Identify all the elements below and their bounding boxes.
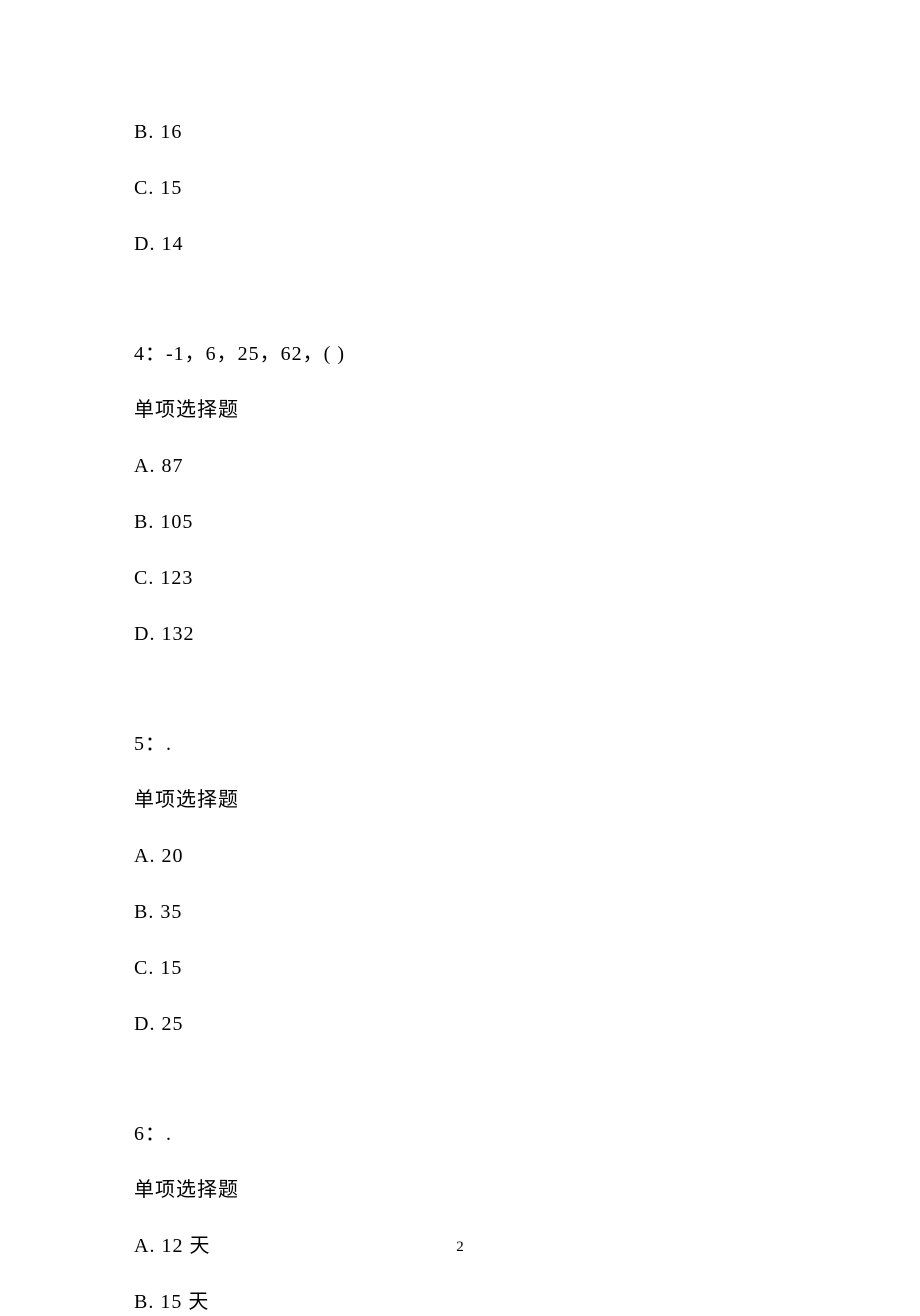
q6-subtype: 单项选择题 [134,1176,786,1204]
spacer [134,1066,786,1120]
spacer [134,676,786,730]
q4-option-b: B. 105 [134,508,786,536]
q6-title: 6：. [134,1120,786,1148]
q3-option-c: C. 15 [134,174,786,202]
q3-option-d: D. 14 [134,230,786,258]
q4-subtype: 单项选择题 [134,396,786,424]
q5-option-d: D. 25 [134,1010,786,1038]
q4-option-d: D. 132 [134,620,786,648]
spacer [134,286,786,340]
q4-option-c: C. 123 [134,564,786,592]
q5-subtype: 单项选择题 [134,786,786,814]
document-content: B. 16 C. 15 D. 14 4：-1，6，25，62，( ) 单项选择题… [0,0,920,1316]
q5-title: 5：. [134,730,786,758]
page-number: 2 [0,1239,920,1256]
q5-option-b: B. 35 [134,898,786,926]
q6-option-b: B. 15 天 [134,1288,786,1316]
q4-option-a: A. 87 [134,452,786,480]
q4-title: 4：-1，6，25，62，( ) [134,340,786,368]
q3-option-b: B. 16 [134,118,786,146]
q5-option-c: C. 15 [134,954,786,982]
q5-option-a: A. 20 [134,842,786,870]
